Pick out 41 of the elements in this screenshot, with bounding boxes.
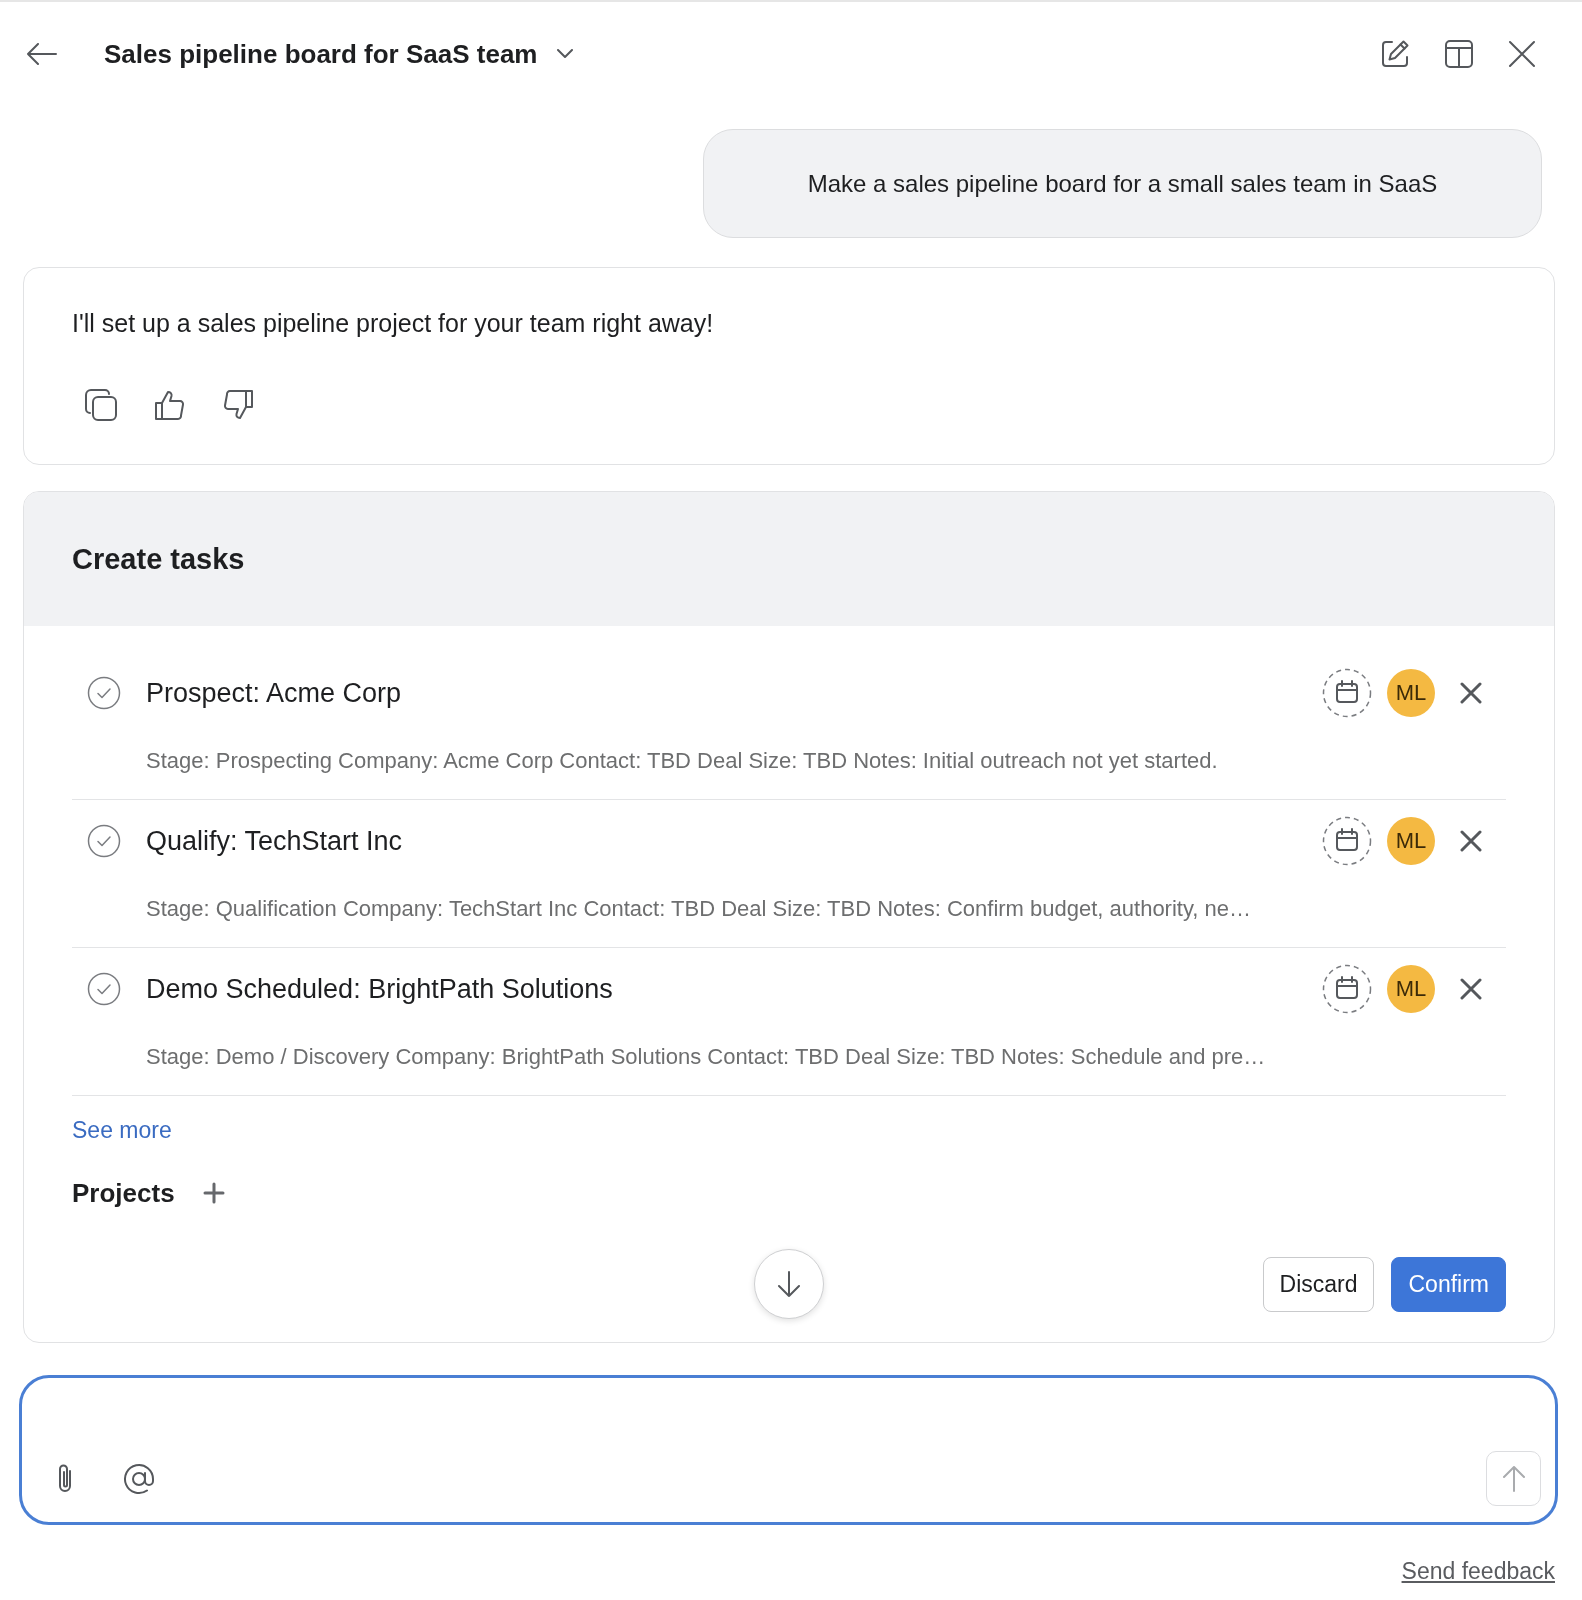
thumbs-up-icon[interactable] — [154, 389, 186, 421]
assistant-message: I'll set up a sales pipeline project for your team right away! — [72, 308, 715, 339]
back-arrow-icon[interactable] — [27, 43, 57, 65]
task-title: Qualify: TechStart Inc — [146, 825, 403, 857]
close-icon[interactable] — [1460, 682, 1482, 704]
see-more-link[interactable]: See more — [72, 1115, 172, 1145]
copy-icon[interactable] — [84, 388, 118, 422]
check-circle-icon[interactable] — [87, 676, 121, 710]
close-icon[interactable] — [1508, 40, 1536, 68]
send-feedback-link[interactable]: Send feedback — [1401, 1557, 1555, 1585]
task-title: Prospect: Acme Corp — [146, 677, 402, 709]
task-description: Stage: Prospecting Company: Acme Corp Contact: TBD Deal Size: TBD Notes: Initial outreach not yet started. — [146, 747, 1219, 775]
chevron-down-icon — [557, 49, 574, 59]
due-date-calendar-icon[interactable] — [1322, 668, 1372, 718]
task-description: Stage: Qualification Company: TechStart Inc Contact: TBD Deal Size: TBD Notes: Confirm budget, authority, ne… — [146, 895, 1252, 923]
thumbs-down-icon[interactable] — [222, 389, 254, 421]
at-sign-icon[interactable] — [123, 1462, 155, 1495]
close-icon[interactable] — [1460, 978, 1482, 1000]
arrow-down-icon — [777, 1271, 801, 1297]
layout-panel-icon[interactable] — [1444, 39, 1474, 69]
card-title: Create tasks — [72, 542, 245, 576]
scroll-down-button[interactable] — [754, 1249, 824, 1319]
title-dropdown[interactable]: Sales pipeline board for SaaS team — [104, 38, 574, 70]
assignee-avatar[interactable]: ML — [1387, 965, 1435, 1013]
task-title: Demo Scheduled: BrightPath Solutions — [146, 973, 613, 1005]
add-icon[interactable] — [202, 1182, 225, 1204]
check-circle-icon[interactable] — [87, 824, 121, 858]
close-icon[interactable] — [1460, 830, 1482, 852]
edit-icon[interactable] — [1380, 39, 1410, 69]
assignee-avatar[interactable]: ML — [1387, 817, 1435, 865]
due-date-calendar-icon[interactable] — [1322, 816, 1372, 866]
discard-button[interactable]: Discard — [1262, 1256, 1375, 1312]
assignee-avatar[interactable]: ML — [1387, 669, 1435, 717]
message-input[interactable] — [19, 1375, 1558, 1525]
check-circle-icon[interactable] — [87, 972, 121, 1006]
confirm-button[interactable]: Confirm — [1391, 1256, 1506, 1312]
arrow-up-icon — [1501, 1465, 1526, 1492]
task-description: Stage: Demo / Discovery Company: BrightPath Solutions Contact: TBD Deal Size: TBD Notes: Schedule and pre… — [146, 1043, 1267, 1071]
due-date-calendar-icon[interactable] — [1322, 964, 1372, 1014]
projects-label: Projects — [72, 1177, 175, 1209]
user-message: Make a sales pipeline board for a small sales team in SaaS — [703, 129, 1542, 238]
